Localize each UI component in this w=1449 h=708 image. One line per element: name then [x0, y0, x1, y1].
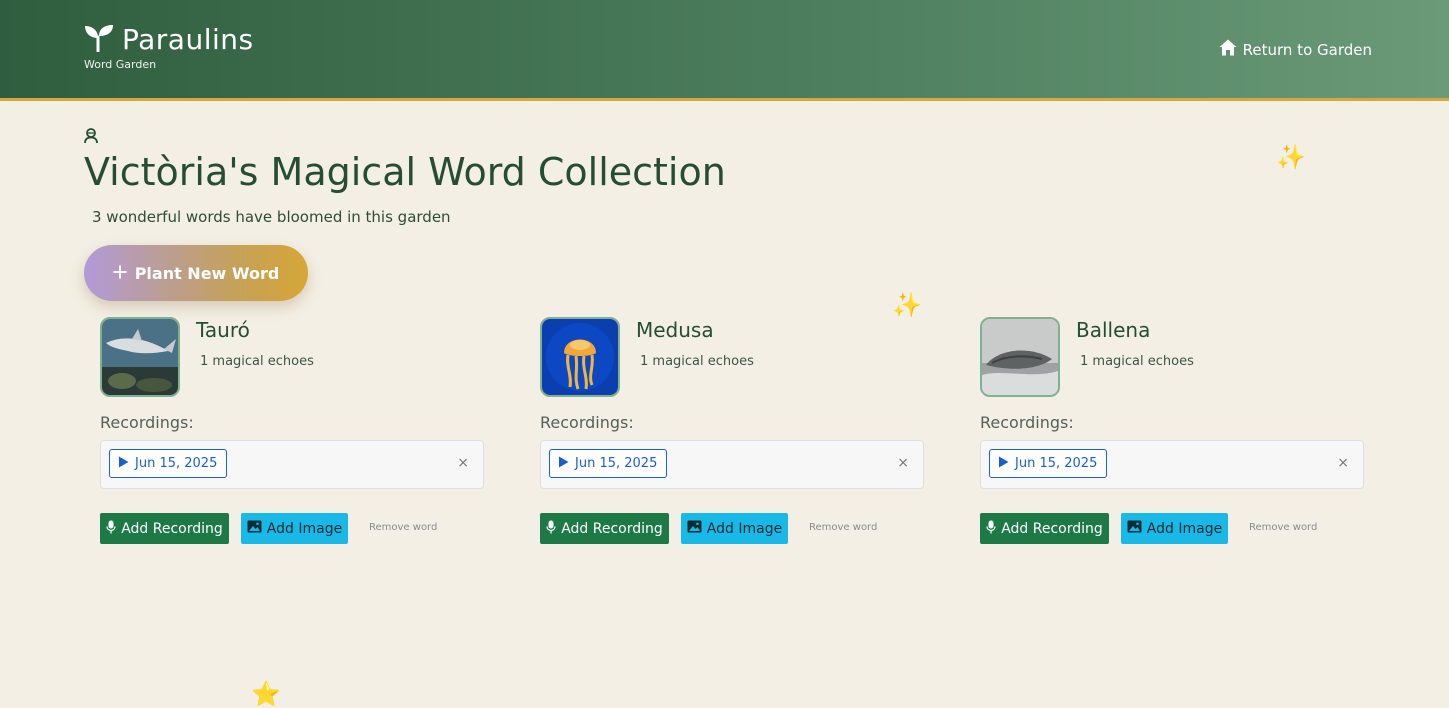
echo-count: 1 magical echoes [640, 354, 754, 369]
recordings-label: Recordings: [980, 413, 1074, 432]
sparkle-icon: ✨ [892, 291, 922, 319]
remove-word-link[interactable]: Remove word [1249, 522, 1317, 533]
word-card-tauro: Tauró 1 magical echoes Recordings: Jun 1… [100, 317, 484, 557]
plus-icon [112, 264, 127, 283]
add-recording-button[interactable]: Add Recording [100, 513, 229, 544]
play-icon [558, 456, 569, 472]
add-image-label: Add Image [1146, 520, 1223, 537]
remove-recording-button[interactable]: × [457, 455, 469, 471]
user-icon [84, 128, 98, 148]
add-image-label: Add Image [266, 520, 343, 537]
image-icon [687, 520, 702, 537]
plant-new-word-button[interactable]: Plant New Word [84, 245, 308, 301]
page-subtitle: 3 wonderful words have bloomed in this g… [92, 208, 451, 226]
word-name: Ballena [1076, 318, 1151, 342]
remove-word-link[interactable]: Remove word [809, 522, 877, 533]
add-recording-label: Add Recording [561, 520, 663, 537]
add-image-button[interactable]: Add Image [681, 513, 788, 544]
play-recording-button[interactable]: Jun 15, 2025 [109, 449, 228, 478]
microphone-icon [986, 520, 996, 538]
recordings-list: Jun 15, 2025 × [540, 440, 924, 489]
brand[interactable]: Paraulins Word Garden [84, 23, 254, 72]
play-recording-button[interactable]: Jun 15, 2025 [989, 449, 1108, 478]
remove-recording-button[interactable]: × [897, 455, 909, 471]
image-icon [1127, 520, 1142, 537]
remove-recording-button[interactable]: × [1337, 455, 1349, 471]
play-icon [998, 456, 1009, 472]
play-icon [118, 456, 129, 472]
recordings-list: Jun 15, 2025 × [980, 440, 1364, 489]
image-icon [247, 520, 262, 537]
shark-image[interactable] [100, 317, 180, 397]
add-recording-label: Add Recording [121, 520, 223, 537]
microphone-icon [546, 520, 556, 538]
jellyfish-image[interactable] [540, 317, 620, 397]
brand-name: Paraulins [122, 23, 254, 56]
recording-date: Jun 15, 2025 [1015, 456, 1098, 471]
recordings-list: Jun 15, 2025 × [100, 440, 484, 489]
word-name: Medusa [636, 318, 714, 342]
recording-date: Jun 15, 2025 [135, 456, 218, 471]
star-icon: ⭐ [251, 680, 281, 708]
recording-date: Jun 15, 2025 [575, 456, 658, 471]
add-image-button[interactable]: Add Image [241, 513, 348, 544]
add-image-label: Add Image [706, 520, 783, 537]
microphone-icon [106, 520, 116, 538]
sprout-icon [84, 24, 114, 56]
add-image-button[interactable]: Add Image [1121, 513, 1228, 544]
return-to-garden-label: Return to Garden [1242, 40, 1372, 59]
return-to-garden-link[interactable]: Return to Garden [1219, 39, 1372, 60]
brand-subtitle: Word Garden [84, 58, 157, 71]
remove-word-link[interactable]: Remove word [369, 522, 437, 533]
echo-count: 1 magical echoes [200, 354, 314, 369]
play-recording-button[interactable]: Jun 15, 2025 [549, 449, 668, 478]
page-title: Victòria's Magical Word Collection [84, 150, 726, 194]
add-recording-button[interactable]: Add Recording [540, 513, 669, 544]
plant-new-word-label: Plant New Word [134, 263, 280, 283]
echo-count: 1 magical echoes [1080, 354, 1194, 369]
add-recording-label: Add Recording [1001, 520, 1103, 537]
recordings-label: Recordings: [540, 413, 634, 432]
word-card-ballena: Ballena 1 magical echoes Recordings: Jun… [980, 317, 1364, 557]
add-recording-button[interactable]: Add Recording [980, 513, 1109, 544]
recordings-label: Recordings: [100, 413, 194, 432]
sparkle-icon: ✨ [1276, 143, 1306, 171]
app-header: Paraulins Word Garden Return to Garden [0, 0, 1449, 101]
home-icon [1219, 39, 1237, 60]
whale-image[interactable] [980, 317, 1060, 397]
word-name: Tauró [196, 318, 250, 342]
word-card-medusa: Medusa 1 magical echoes Recordings: Jun … [540, 317, 924, 557]
